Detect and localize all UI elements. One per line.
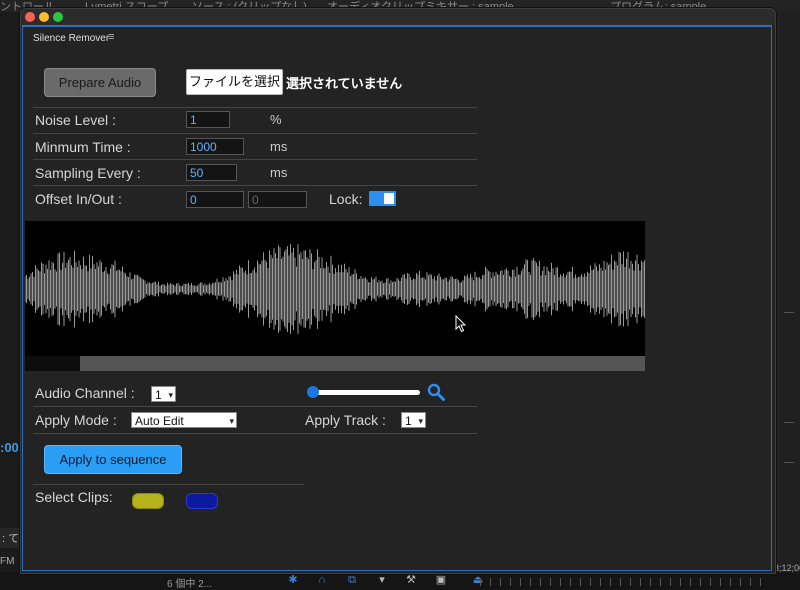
magnet-icon[interactable]: ∩ — [316, 574, 328, 586]
panel-title[interactable]: Silence Remover — [33, 33, 109, 44]
waveform-display[interactable] — [24, 221, 645, 356]
divider — [33, 406, 477, 407]
panel-menu-icon[interactable]: ≡ — [108, 31, 114, 43]
sampling-every-unit: ms — [270, 165, 288, 180]
marker-icon[interactable]: ▾ — [376, 574, 388, 586]
select-clips-label: Select Clips: — [35, 489, 113, 505]
waveform-svg — [24, 244, 645, 334]
noise-level-label: Noise Level : — [35, 112, 116, 128]
divider — [33, 484, 304, 485]
search-icon[interactable] — [427, 383, 445, 401]
minimize-window-button[interactable] — [39, 12, 49, 22]
offset-out-input[interactable]: 0 — [248, 191, 307, 208]
lock-toggle[interactable] — [369, 191, 396, 206]
snap-icon[interactable]: ✱ — [287, 574, 299, 586]
background-right-panel — [773, 12, 800, 572]
wrench-icon[interactable]: ⚒ — [405, 574, 417, 586]
audio-channel-select[interactable]: 1 ▾ — [151, 386, 176, 402]
divider — [33, 159, 477, 160]
zoom-window-button[interactable] — [53, 12, 63, 22]
noise-level-input[interactable]: 1 — [186, 111, 230, 128]
background-left-tab[interactable]: : て — [0, 528, 22, 548]
apply-to-sequence-button[interactable]: Apply to sequence — [44, 445, 182, 474]
min-time-input[interactable]: 1000 — [186, 138, 244, 155]
prepare-audio-button[interactable]: Prepare Audio — [44, 68, 156, 97]
noise-level-unit: % — [270, 112, 282, 127]
divider — [33, 433, 477, 434]
waveform-scroll-thumb[interactable] — [25, 356, 80, 371]
apply-mode-select[interactable]: Auto Edit ▾ — [131, 412, 237, 428]
zoom-slider-thumb[interactable] — [307, 386, 319, 398]
audio-channel-label: Audio Channel : — [35, 385, 135, 401]
offset-label: Offset In/Out : — [35, 191, 122, 207]
sampling-every-label: Sampling Every : — [35, 165, 141, 181]
waveform-scrollbar[interactable] — [25, 356, 645, 371]
divider — [33, 133, 477, 134]
window-titlebar[interactable] — [21, 9, 775, 25]
divider — [33, 185, 477, 186]
background-sequence-timecode: 3;12;06 — [774, 563, 800, 573]
background-fm-label: FM — [0, 556, 15, 567]
close-window-button[interactable] — [25, 12, 35, 22]
min-time-unit: ms — [270, 139, 288, 154]
waveform-path — [24, 244, 645, 334]
clip-color-blue-swatch[interactable] — [186, 493, 218, 509]
divider — [33, 107, 477, 108]
apply-track-select[interactable]: 1 ▾ — [401, 412, 426, 428]
sampling-every-input[interactable]: 50 — [186, 164, 237, 181]
apply-track-label: Apply Track : — [305, 412, 386, 428]
bg-clip-count: 6 個中 2... — [167, 579, 213, 590]
background-timeline-ruler[interactable] — [480, 578, 770, 586]
offset-in-input[interactable]: 0 — [186, 191, 244, 208]
apply-mode-label: Apply Mode : — [35, 412, 117, 428]
lock-label: Lock: — [329, 191, 363, 207]
linked-selection-icon[interactable]: ⧉ — [346, 574, 358, 586]
min-time-label: Minmum Time : — [35, 139, 131, 155]
mouse-cursor-icon — [455, 315, 467, 333]
captions-icon[interactable]: ▣ — [435, 574, 447, 586]
choose-file-button[interactable]: ファイルを選択 — [186, 69, 283, 95]
file-status-text: 選択されていません — [286, 76, 403, 91]
background-timecode: :00 — [0, 440, 19, 455]
clip-color-yellow-swatch[interactable] — [132, 493, 164, 509]
zoom-slider-track[interactable] — [313, 390, 420, 395]
